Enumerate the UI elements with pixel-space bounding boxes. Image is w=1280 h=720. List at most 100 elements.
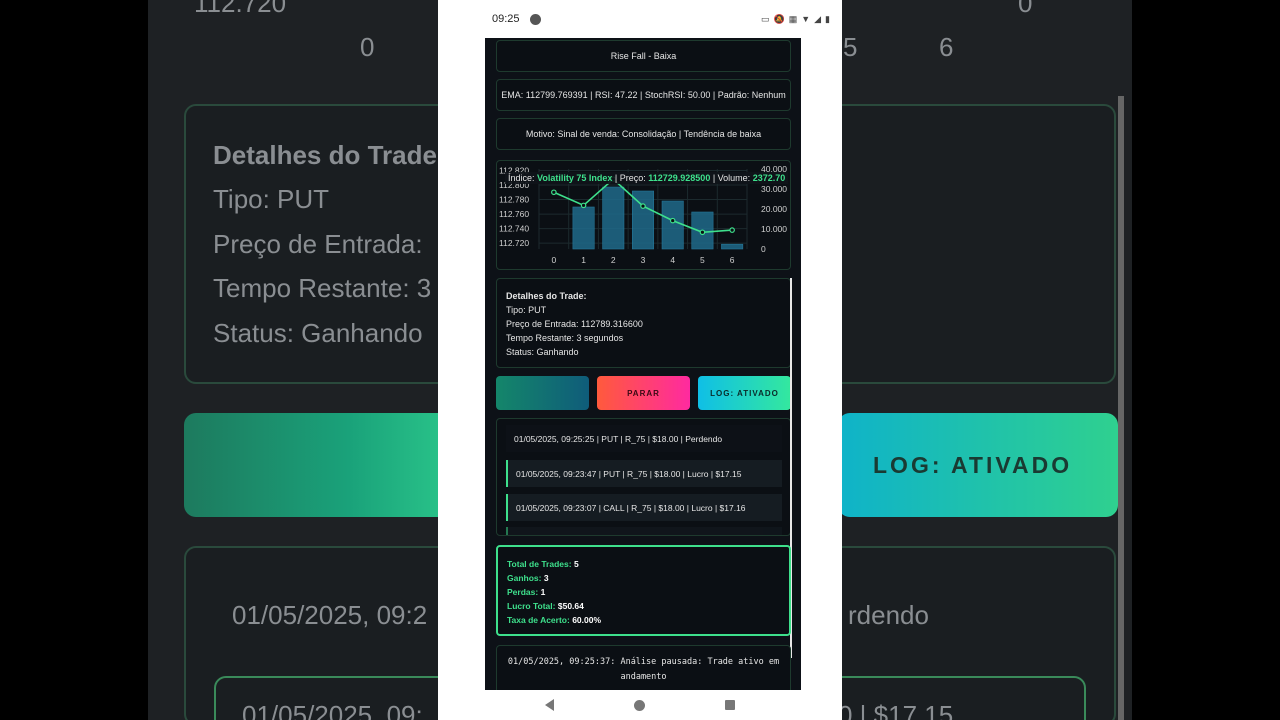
- stats-losses-row: Perdas: 1: [507, 585, 780, 599]
- status-bar: 09:25 ▭ 🔕 ▦ ▼ ◢ ▮: [438, 0, 842, 38]
- stats-total-row: Total de Trades: 5: [507, 557, 780, 571]
- log-toggle-button[interactable]: LOG: ATIVADO: [698, 376, 791, 410]
- stats-wins-value: 3: [543, 573, 549, 583]
- price-point: [551, 189, 557, 196]
- stats-losses-value: 1: [540, 587, 546, 597]
- stats-wins-label: Ganhos:: [507, 573, 542, 583]
- x-tick-label: 6: [730, 255, 735, 265]
- bg-tick-label: 112.720: [194, 0, 287, 18]
- back-icon[interactable]: [545, 699, 554, 711]
- x-tick-label: 2: [611, 255, 616, 265]
- bg-tick-label: 0: [1018, 0, 1033, 18]
- tooltip-index-value: Volatility 75 Index: [537, 173, 613, 183]
- y-right-tick-label: 0: [761, 244, 766, 254]
- y-left-tick-label: 112.780: [499, 195, 529, 205]
- wifi-icon: ▼: [801, 14, 811, 24]
- bg-log-tail: rdendo: [848, 600, 929, 630]
- stats-rate-label: Taxa de Acerto:: [507, 615, 570, 625]
- lte-icon: ▦: [788, 13, 798, 24]
- tooltip-volume-value: 2372.70: [752, 173, 786, 183]
- stats-panel: Total de Trades: 5 Ganhos: 3 Perdas: 1 L…: [496, 545, 791, 636]
- trade-details-title: Detalhes do Trade:: [506, 291, 587, 301]
- tooltip-price-value: 112729.928500: [648, 173, 711, 183]
- price-point: [729, 227, 735, 233]
- analysis-status-box: 01/05/2025, 09:25:37: Análise pausada: T…: [496, 645, 791, 690]
- status-time: 09:25: [492, 13, 520, 25]
- trading-app: Rise Fall - Baixa EMA: 112799.769391 | R…: [485, 38, 801, 690]
- trade-details-panel: Detalhes do Trade: Tipo: PUT Preço de En…: [496, 278, 791, 368]
- bg-log-button-label: LOG: ATIVADO: [873, 452, 1073, 478]
- stop-button[interactable]: PARAR: [597, 376, 690, 410]
- signal-icon: ◢: [814, 13, 822, 24]
- y-right-tick-label: 30.000: [761, 184, 787, 194]
- stats-total-value: 5: [573, 559, 579, 569]
- y-left-tick-label: 112.760: [499, 209, 529, 219]
- price-point: [699, 229, 706, 236]
- bg-tick-label: 6: [939, 32, 954, 62]
- bg-scrollbar: [1118, 96, 1124, 720]
- log-item: 01/05/2025, 09:23:47 | PUT | R_75 | $18.…: [506, 460, 782, 487]
- left-black-bar: [0, 0, 148, 720]
- mute-icon: 🔕: [773, 13, 785, 24]
- stats-losses-label: Perdas:: [507, 587, 539, 597]
- trade-entry-price: Preço de Entrada: 112789.316600: [506, 319, 643, 329]
- stats-profit-label: Lucro Total:: [507, 601, 556, 611]
- stats-rate-value: 60.00%: [572, 615, 602, 625]
- bg-details-type: Tipo: PUT: [213, 184, 330, 214]
- stats-profit-row: Lucro Total: $50.64: [507, 599, 780, 613]
- y-left-tick-label: 112.720: [499, 238, 529, 248]
- volume-bar: [572, 206, 595, 250]
- home-icon[interactable]: [634, 699, 645, 711]
- x-tick-label: 0: [551, 255, 556, 265]
- indicators-box: EMA: 112799.769391 | RSI: 47.22 | StochR…: [496, 79, 791, 111]
- volume-bar: [602, 186, 625, 250]
- stats-total-label: Total de Trades:: [507, 559, 572, 569]
- price-point: [640, 203, 646, 209]
- reason-text: Motivo: Sinal de venda: Consolidação | T…: [525, 129, 762, 139]
- log-item-text: 01/05/2025, 09:23:47 | PUT | R_75 | $18.…: [516, 468, 742, 479]
- y-right-tick-label: 10.000: [761, 224, 787, 234]
- price-volume-chart[interactable]: 112.720 112.740 112.760 112.780 112.800 112.8…: [496, 160, 791, 270]
- bg-log-date: 01/05/2025, 09:2: [232, 600, 428, 630]
- bg-details-entry: Preço de Entrada:: [213, 229, 423, 259]
- x-tick-label: 5: [700, 255, 705, 265]
- trade-log-panel[interactable]: 01/05/2025, 09:25:25 | PUT | R_75 | $18.…: [496, 418, 791, 536]
- bg-tick-label: 5: [843, 32, 858, 62]
- x-tick-label: 3: [641, 255, 646, 265]
- right-black-bar: [1132, 0, 1280, 720]
- price-point: [580, 202, 587, 209]
- stats-profit-value: $50.64: [557, 601, 584, 611]
- signal-text: Rise Fall - Baixa: [610, 51, 677, 61]
- log-item: 01/05/2025, 09:25:25 | PUT | R_75 | $18.…: [506, 425, 782, 452]
- reason-box: Motivo: Sinal de venda: Consolidação | T…: [496, 118, 791, 150]
- log-item-text: 01/05/2025, 09:25:25 | PUT | R_75 | $18.…: [514, 433, 723, 444]
- notification-dot-icon: [529, 13, 541, 25]
- recents-icon[interactable]: [725, 700, 735, 710]
- bg-log-date: 01/05/2025, 09:: [242, 700, 423, 720]
- battery-icon: ▮: [825, 13, 830, 24]
- cast-icon: ▭: [760, 13, 770, 24]
- indicators-text: EMA: 112799.769391 | RSI: 47.22 | StochR…: [501, 90, 786, 100]
- stats-rate-row: Taxa de Acerto: 60.00%: [507, 613, 780, 627]
- tooltip-price-label: | Preço:: [612, 173, 649, 183]
- tooltip-index-label: Índice:: [508, 173, 538, 183]
- log-item-text: 01/05/2025, 09:23:07 | CALL | R_75 | $18…: [516, 502, 746, 513]
- stats-wins-row: Ganhos: 3: [507, 571, 780, 585]
- price-point: [669, 217, 676, 224]
- bg-log-tail: 0 | $17.15: [838, 700, 954, 720]
- status-icons: ▭ 🔕 ▦ ▼ ◢ ▮: [761, 14, 830, 25]
- tooltip-volume-label: | Volume:: [710, 173, 753, 183]
- analysis-text: 01/05/2025, 09:25:37: Análise pausada: T…: [507, 657, 780, 682]
- trade-status: Status: Ganhando: [506, 347, 579, 357]
- trade-remaining-time: Tempo Restante: 3 segundos: [506, 333, 624, 343]
- signal-box: Rise Fall - Baixa: [496, 40, 791, 72]
- log-item-partial: [506, 527, 782, 535]
- start-button[interactable]: [496, 376, 589, 410]
- y-right-tick-label: 20.000: [761, 204, 787, 214]
- bg-details-remaining: Tempo Restante: 3: [213, 273, 432, 303]
- phone-screen: 09:25 ▭ 🔕 ▦ ▼ ◢ ▮ Rise Fall - Baixa EMA:…: [438, 0, 842, 720]
- log-item: 01/05/2025, 09:23:07 | CALL | R_75 | $18…: [506, 494, 782, 521]
- trade-type: Tipo: PUT: [506, 305, 547, 315]
- x-tick-label: 1: [581, 255, 586, 265]
- volume-bar: [721, 243, 744, 250]
